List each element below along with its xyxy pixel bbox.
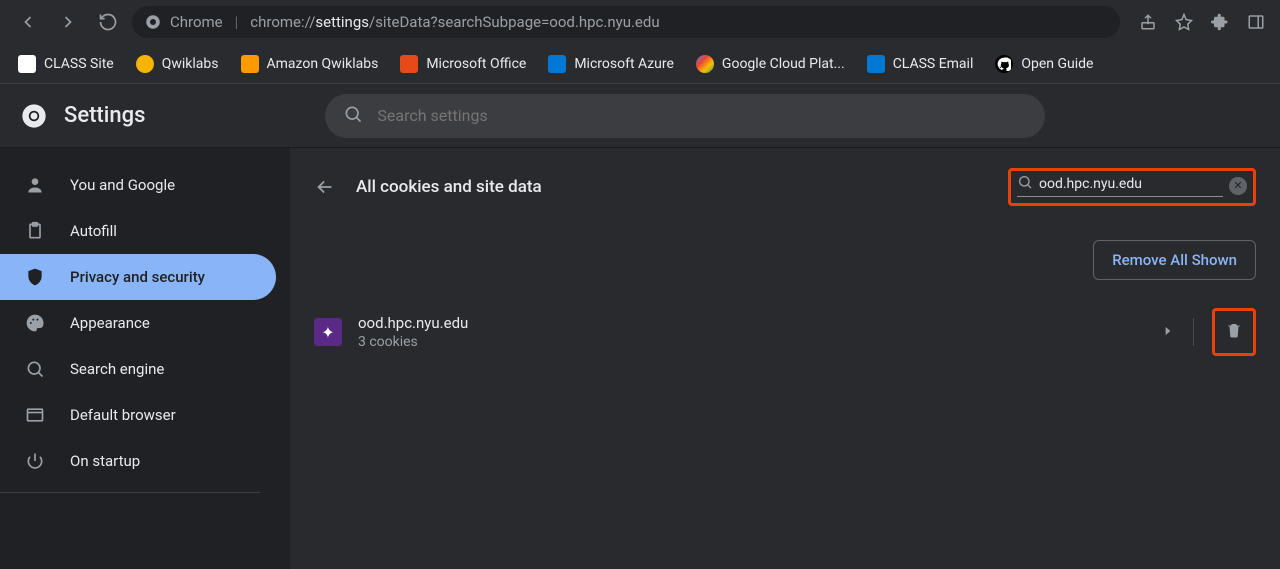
bookmark-open-guide[interactable]: Open Guide: [985, 49, 1103, 79]
bookmark-icon: [548, 55, 566, 73]
bookmark-icon: [867, 55, 885, 73]
sidebar-item-on-startup[interactable]: On startup: [0, 438, 276, 484]
cookie-search-highlight: ✕: [1008, 168, 1256, 206]
settings-search[interactable]: [325, 94, 1045, 138]
power-icon: [24, 450, 46, 472]
sidebar-separator: [0, 492, 260, 493]
sidebar-item-default-browser[interactable]: Default browser: [0, 392, 276, 438]
bookmark-label: Qwiklabs: [162, 56, 219, 72]
back-button[interactable]: [12, 6, 44, 38]
search-icon: [1017, 174, 1033, 194]
site-row[interactable]: ✦ ood.hpc.nyu.edu 3 cookies: [314, 308, 1256, 356]
sidebar-item-autofill[interactable]: Autofill: [0, 208, 276, 254]
bookmark-icon: [18, 55, 36, 73]
star-icon[interactable]: [1172, 10, 1196, 34]
clipboard-icon: [24, 220, 46, 242]
settings-logo: Settings: [20, 102, 145, 130]
sidebar: You and Google Autofill Privacy and secu…: [0, 148, 290, 569]
bookmark-icon: [241, 55, 259, 73]
delete-site-button[interactable]: [1225, 321, 1243, 343]
share-icon[interactable]: [1136, 10, 1160, 34]
bookmark-label: CLASS Email: [893, 56, 974, 72]
sidebar-item-label: You and Google: [70, 176, 175, 194]
chrome-logo-icon: [20, 102, 48, 130]
page-title: All cookies and site data: [356, 177, 542, 197]
site-favicon: ✦: [314, 318, 342, 346]
bookmark-amazon-qwiklabs[interactable]: Amazon Qwiklabs: [231, 49, 389, 79]
site-info: ood.hpc.nyu.edu 3 cookies: [358, 314, 1145, 350]
remove-all-shown-button[interactable]: Remove All Shown: [1093, 240, 1256, 280]
shield-icon: [24, 266, 46, 288]
bookmark-class-site[interactable]: CLASS Site: [8, 49, 124, 79]
sidebar-item-label: Autofill: [70, 222, 117, 240]
sidebar-item-label: Default browser: [70, 406, 176, 424]
person-icon: [24, 174, 46, 196]
expand-site-button[interactable]: [1161, 323, 1175, 342]
settings-header: Settings: [0, 84, 1280, 148]
bookmark-label: Google Cloud Plat...: [722, 56, 845, 72]
delete-site-highlight: [1212, 308, 1256, 356]
forward-button[interactable]: [52, 6, 84, 38]
separator: [1193, 318, 1194, 346]
sidebar-item-search-engine[interactable]: Search engine: [0, 346, 276, 392]
bookmark-label: Microsoft Azure: [574, 56, 674, 72]
clear-search-button[interactable]: ✕: [1229, 177, 1247, 195]
address-label: Chrome: [170, 13, 223, 31]
bookmark-microsoft-azure[interactable]: Microsoft Azure: [538, 49, 684, 79]
sidepanel-icon[interactable]: [1244, 10, 1268, 34]
bookmark-icon: [400, 55, 418, 73]
site-name: ood.hpc.nyu.edu: [358, 314, 1145, 332]
chrome-icon: [144, 13, 162, 31]
bookmark-icon: [136, 55, 154, 73]
sidebar-item-privacy-security[interactable]: Privacy and security: [0, 254, 276, 300]
bookmark-microsoft-office[interactable]: Microsoft Office: [390, 49, 536, 79]
browser-chrome: Chrome | chrome://settings/siteData?sear…: [0, 0, 1280, 44]
page-back-button[interactable]: [314, 176, 336, 198]
search-icon: [24, 358, 46, 380]
bookmark-icon: [696, 55, 714, 73]
bookmark-label: CLASS Site: [44, 56, 114, 72]
sidebar-item-appearance[interactable]: Appearance: [0, 300, 276, 346]
main-content: All cookies and site data ✕ Remove All S…: [290, 148, 1280, 569]
extensions-icon[interactable]: [1208, 10, 1232, 34]
settings-search-input[interactable]: [377, 106, 1027, 125]
search-icon: [343, 104, 363, 128]
bookmarks-bar: CLASS Site Qwiklabs Amazon Qwiklabs Micr…: [0, 44, 1280, 84]
cookie-search-input[interactable]: [1039, 176, 1223, 192]
site-cookie-count: 3 cookies: [358, 334, 1145, 350]
sidebar-item-label: Search engine: [70, 360, 164, 378]
reload-button[interactable]: [92, 6, 124, 38]
bookmark-google-cloud[interactable]: Google Cloud Plat...: [686, 49, 855, 79]
sidebar-item-you-and-google[interactable]: You and Google: [0, 162, 276, 208]
bookmark-qwiklabs[interactable]: Qwiklabs: [126, 49, 229, 79]
bookmark-class-email[interactable]: CLASS Email: [857, 49, 984, 79]
palette-icon: [24, 312, 46, 334]
bookmark-label: Microsoft Office: [426, 56, 526, 72]
address-url: chrome://settings/siteData?searchSubpage…: [250, 13, 659, 31]
window-icon: [24, 404, 46, 426]
address-bar[interactable]: Chrome | chrome://settings/siteData?sear…: [132, 6, 1120, 38]
bookmark-label: Amazon Qwiklabs: [267, 56, 379, 72]
github-icon: [995, 55, 1013, 73]
sidebar-item-label: On startup: [70, 452, 140, 470]
sidebar-item-label: Appearance: [70, 314, 150, 332]
settings-title: Settings: [64, 103, 145, 128]
sidebar-item-label: Privacy and security: [70, 268, 205, 286]
bookmark-label: Open Guide: [1021, 56, 1093, 72]
